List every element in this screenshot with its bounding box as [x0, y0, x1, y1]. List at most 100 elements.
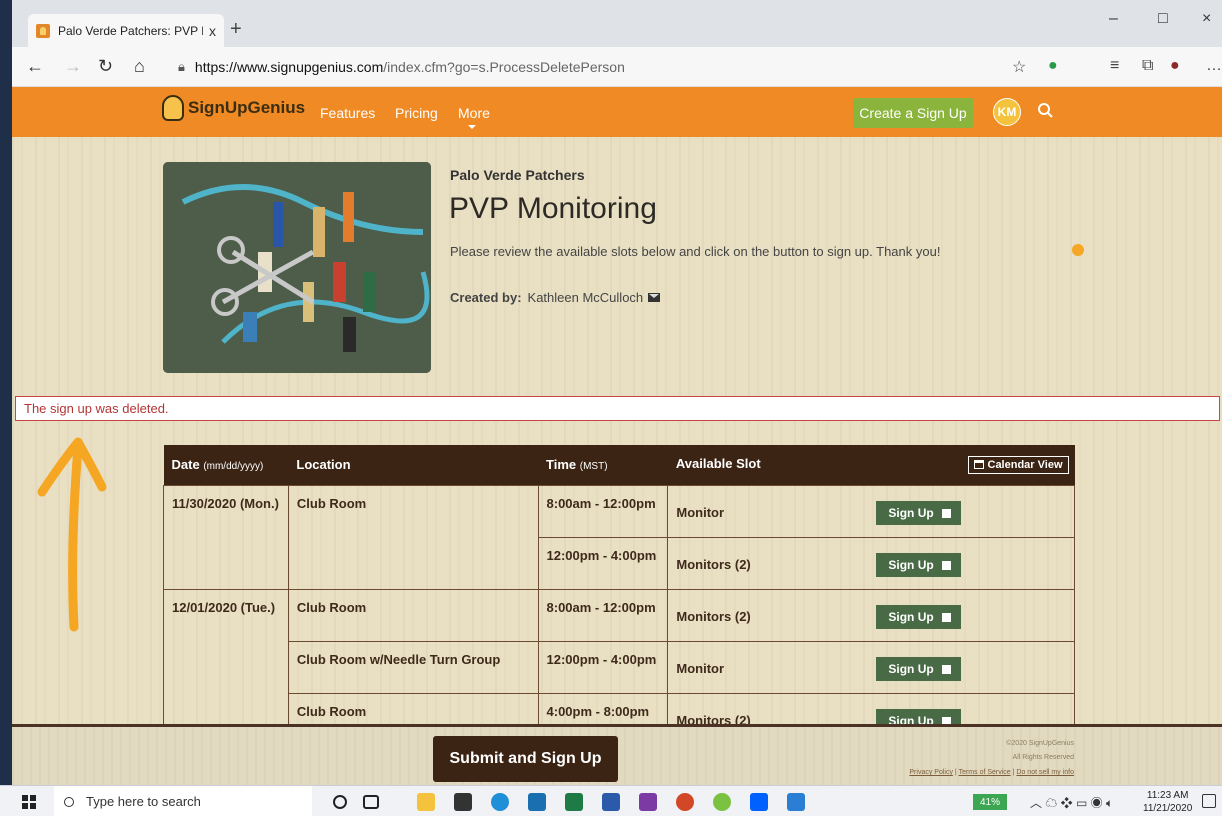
- battery-indicator[interactable]: 41%: [973, 794, 1007, 810]
- maximize-button[interactable]: □: [1158, 10, 1168, 28]
- mail-icon[interactable]: [648, 293, 661, 302]
- submit-signup-button[interactable]: Submit and Sign Up: [433, 736, 618, 782]
- calendar-view-button[interactable]: Calendar View: [967, 455, 1069, 474]
- deleted-alert: The sign up was deleted.: [15, 396, 1220, 421]
- cell-slot: Monitors (2) Sign Up: [667, 588, 1075, 642]
- signup-button[interactable]: Sign Up: [876, 657, 961, 681]
- calendar-icon: [973, 460, 984, 470]
- taskbar-search-placeholder: Type here to search: [86, 794, 201, 809]
- signup-button[interactable]: Sign Up: [876, 553, 961, 577]
- dropbox-icon[interactable]: [750, 793, 768, 811]
- search-icon[interactable]: [1036, 101, 1056, 121]
- nav-more[interactable]: More: [458, 105, 490, 129]
- slot-name: Monitor: [676, 505, 725, 520]
- col-date: Date (mm/dd/yyyy): [163, 445, 289, 485]
- cortana-icon[interactable]: [333, 795, 347, 809]
- col-time-tz: (MST): [579, 461, 608, 473]
- tab-title: Palo Verde Patchers: PVP Monito: [58, 23, 203, 38]
- privacy-link[interactable]: Privacy Policy: [909, 769, 953, 776]
- favorites-list-icon[interactable]: ≡: [1110, 57, 1119, 75]
- site-favicon-icon: [36, 23, 50, 38]
- excel-icon[interactable]: [565, 793, 583, 811]
- onenote-icon[interactable]: [639, 793, 657, 811]
- windows-taskbar: Type here to search 41% ︿ ☁ ❖ ▭ ◉ 🔈︎ 11:…: [0, 785, 1222, 816]
- search-icon: [64, 796, 74, 807]
- do-not-sell-link[interactable]: Do not sell my info: [1016, 769, 1074, 776]
- profile-icon[interactable]: ●: [1170, 57, 1180, 75]
- cell-time: 8:00am - 12:00pm: [537, 484, 669, 538]
- cell-date: 11/30/2020 (Mon.): [163, 484, 289, 590]
- checkbox-icon: [941, 664, 951, 674]
- lightbulb-icon: [162, 95, 184, 121]
- mail-app-icon[interactable]: [528, 793, 546, 811]
- task-view-icon[interactable]: [363, 795, 379, 809]
- lock-icon: 🔒︎: [178, 59, 185, 74]
- signup-label: Sign Up: [888, 662, 934, 676]
- store-icon[interactable]: [454, 793, 472, 811]
- nav-pricing[interactable]: Pricing: [395, 105, 438, 121]
- word-icon[interactable]: [602, 793, 620, 811]
- create-signup-button[interactable]: Create a Sign Up: [853, 98, 973, 128]
- photos-icon[interactable]: [787, 793, 805, 811]
- avatar[interactable]: KM: [993, 98, 1021, 126]
- cell-slot: Monitors (2) Sign Up: [667, 536, 1075, 590]
- event-image: [163, 162, 431, 373]
- collections-icon[interactable]: ⧉: [1142, 57, 1153, 75]
- signupgenius-logo[interactable]: SignUpGenius: [162, 95, 305, 121]
- url-path: /index.cfm?go=s.ProcessDeletePerson: [383, 59, 625, 75]
- nav-features[interactable]: Features: [320, 105, 375, 121]
- signup-button[interactable]: Sign Up: [876, 605, 961, 629]
- creator-name: Kathleen McCulloch: [527, 290, 644, 305]
- col-time-label: Time: [546, 457, 577, 473]
- cell-location: Club Room: [287, 588, 539, 642]
- new-tab-button[interactable]: +: [230, 18, 242, 41]
- sticky-footer: Submit and Sign Up ©2020 SignUpGenius Al…: [12, 724, 1222, 785]
- refresh-icon[interactable]: ↻: [98, 56, 113, 77]
- table-row: Club Room w/Needle Turn Group 12:00pm - …: [164, 640, 1075, 694]
- cell-location: Club Room w/Needle Turn Group: [287, 640, 539, 694]
- clock-date: 11/21/2020: [1143, 803, 1193, 814]
- cell-location: Club Room: [287, 484, 539, 590]
- system-tray-icons[interactable]: ︿ ☁ ❖ ▭ ◉ 🔈︎: [1030, 794, 1113, 811]
- more-menu-icon[interactable]: …: [1206, 57, 1222, 75]
- slot-name: Monitors (2): [676, 609, 751, 624]
- edge-icon[interactable]: [491, 793, 509, 811]
- hand-drawn-arrow-annotation: [37, 437, 107, 632]
- event-description: Please review the available slots below …: [450, 244, 941, 259]
- home-icon[interactable]: ⌂: [134, 56, 145, 77]
- forward-arrow-icon[interactable]: →: [64, 56, 82, 77]
- checkbox-icon: [941, 508, 951, 518]
- checkbox-icon: [941, 612, 951, 622]
- url-input[interactable]: 🔒︎ https://www.signupgenius.com/index.cf…: [178, 54, 1008, 80]
- site-nav: SignUpGenius Features Pricing More Creat…: [12, 87, 1222, 137]
- tab-close-icon[interactable]: x: [209, 23, 216, 39]
- close-window-button[interactable]: ×: [1202, 10, 1211, 28]
- extension-check-icon[interactable]: ●: [1048, 57, 1058, 75]
- file-explorer-icon[interactable]: [417, 793, 435, 811]
- rights-reserved: All Rights Reserved: [1012, 754, 1074, 761]
- signup-label: Sign Up: [888, 558, 934, 572]
- calendar-view-label: Calendar View: [987, 458, 1063, 471]
- signup-button[interactable]: Sign Up: [876, 501, 961, 525]
- taskbar-search-input[interactable]: Type here to search: [54, 786, 312, 816]
- footer-links: Privacy Policy | Terms of Service | Do n…: [909, 769, 1074, 776]
- w-app-icon[interactable]: [713, 793, 731, 811]
- browser-tab[interactable]: Palo Verde Patchers: PVP Monito x: [28, 14, 224, 47]
- slot-name: Monitors (2): [676, 557, 751, 572]
- powerpoint-icon[interactable]: [676, 793, 694, 811]
- terms-link[interactable]: Terms of Service: [959, 769, 1011, 776]
- created-by-label: Created by:: [450, 290, 522, 305]
- clock[interactable]: 11:23 AM 11/21/2020: [1143, 789, 1192, 815]
- notification-icon[interactable]: [1202, 794, 1216, 808]
- minimize-button[interactable]: –: [1109, 10, 1118, 28]
- checkbox-icon: [941, 560, 951, 570]
- slots-table: Date (mm/dd/yyyy) Location Time (MST) Av…: [163, 445, 1075, 746]
- col-slot-label: Available Slot: [675, 455, 761, 471]
- windows-start-icon[interactable]: [22, 795, 36, 809]
- logo-text: SignUpGenius: [188, 98, 306, 117]
- copyright: ©2020 SignUpGenius: [1006, 740, 1074, 747]
- favorite-star-icon[interactable]: ☆: [1012, 57, 1026, 77]
- back-arrow-icon[interactable]: ←: [26, 56, 44, 77]
- browser-tab-bar: Palo Verde Patchers: PVP Monito x + – □ …: [12, 0, 1222, 47]
- cell-slot: Monitor Sign Up: [667, 640, 1075, 694]
